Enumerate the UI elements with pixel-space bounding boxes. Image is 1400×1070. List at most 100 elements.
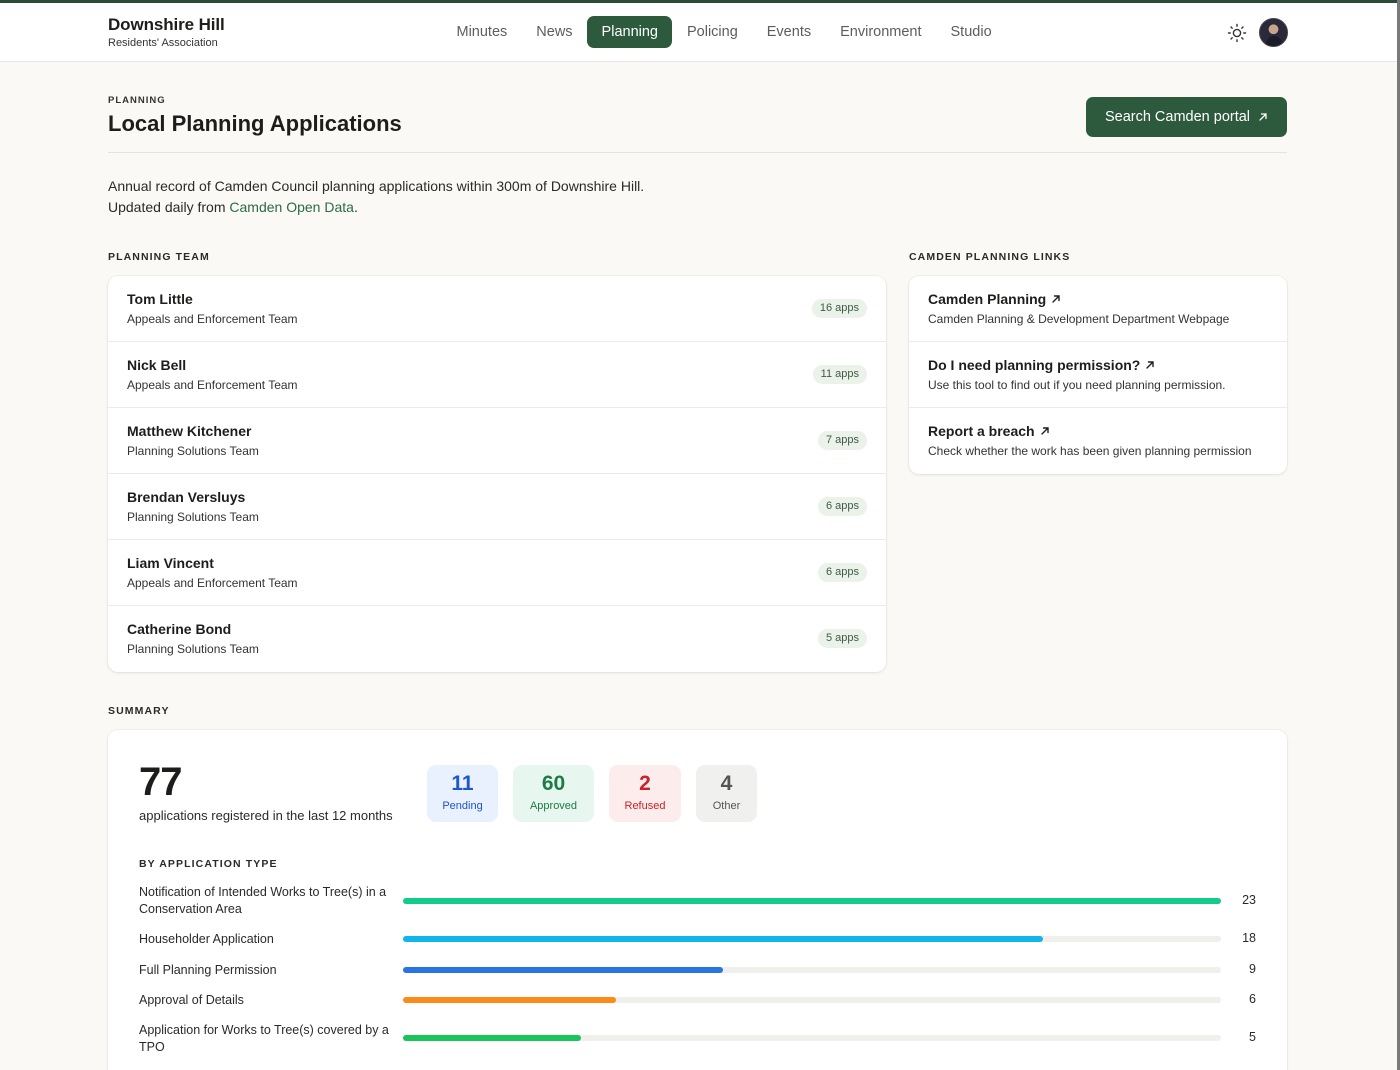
type-bar-track bbox=[403, 1035, 1221, 1041]
team-member-row[interactable]: Matthew Kitchener Planning Solutions Tea… bbox=[108, 408, 886, 474]
apps-count-badge: 6 apps bbox=[817, 497, 867, 516]
type-bar-fill bbox=[403, 1035, 581, 1041]
stat-label: Refused bbox=[624, 800, 666, 812]
planning-link-permission[interactable]: Do I need planning permission? Use this … bbox=[909, 342, 1287, 408]
stat-other: 4 Other bbox=[696, 765, 757, 822]
member-name: Nick Bell bbox=[127, 357, 187, 373]
planning-links-card: Camden Planning Camden Planning & Develo… bbox=[909, 276, 1287, 474]
member-name: Tom Little bbox=[127, 291, 193, 307]
nav-item-policing[interactable]: Policing bbox=[672, 16, 752, 48]
apps-count-badge: 5 apps bbox=[817, 629, 867, 648]
type-count: 23 bbox=[1242, 893, 1256, 907]
member-name: Matthew Kitchener bbox=[127, 423, 252, 439]
team-member-row[interactable]: Liam Vincent Appeals and Enforcement Tea… bbox=[108, 540, 886, 606]
external-link-icon bbox=[1146, 361, 1155, 369]
site-header: Downshire Hill Residents' Association Mi… bbox=[0, 3, 1397, 62]
planning-link-breach[interactable]: Report a breach Check whether the work h… bbox=[909, 408, 1287, 474]
sun-icon[interactable] bbox=[1227, 23, 1247, 43]
team-member-row[interactable]: Catherine Bond Planning Solutions Team 5… bbox=[108, 606, 886, 672]
camden-open-data-link[interactable]: Camden Open Data bbox=[229, 199, 354, 215]
planning-links-heading: CAMDEN PLANNING LINKS bbox=[909, 251, 1071, 263]
stat-refused: 2 Refused bbox=[609, 765, 681, 822]
stat-pending: 11 Pending bbox=[427, 765, 498, 822]
member-name: Catherine Bond bbox=[127, 621, 232, 637]
type-count: 6 bbox=[1249, 992, 1256, 1006]
brand-title: Downshire Hill bbox=[108, 15, 225, 34]
type-label: Application for Works to Tree(s) covered… bbox=[139, 1023, 389, 1054]
link-title: Do I need planning permission? bbox=[928, 357, 1268, 373]
nav-item-events[interactable]: Events bbox=[752, 16, 825, 48]
search-camden-portal-button[interactable]: Search Camden portal bbox=[1086, 97, 1287, 137]
brand[interactable]: Downshire Hill Residents' Association bbox=[108, 15, 225, 49]
apps-count-badge: 11 apps bbox=[812, 365, 867, 384]
user-avatar[interactable] bbox=[1259, 18, 1288, 47]
summary-caption: applications registered in the last 12 m… bbox=[139, 808, 393, 823]
external-link-icon bbox=[1052, 295, 1060, 303]
header-divider bbox=[108, 152, 1287, 153]
external-link-icon bbox=[1040, 427, 1049, 435]
type-bar-track bbox=[403, 936, 1221, 942]
type-label: Notification of Intended Works to Tree(s… bbox=[139, 885, 387, 916]
by-type-heading: BY APPLICATION TYPE bbox=[139, 858, 278, 870]
type-label: Householder Application bbox=[139, 932, 274, 946]
portal-button-label: Search Camden portal bbox=[1104, 109, 1251, 125]
intro-body: Annual record of Camden Council planning… bbox=[108, 178, 645, 215]
nav-item-news[interactable]: News bbox=[522, 16, 587, 48]
stat-label: Pending bbox=[442, 800, 483, 812]
apps-count-badge: 7 apps bbox=[817, 431, 867, 450]
type-bar-fill bbox=[403, 997, 617, 1003]
nav-item-planning[interactable]: Planning bbox=[587, 16, 673, 48]
page-title: Local Planning Applications bbox=[108, 111, 402, 136]
intro-text: Annual record of Camden Council planning… bbox=[108, 176, 648, 218]
external-link-icon bbox=[1259, 113, 1267, 121]
planning-team-heading: PLANNING TEAM bbox=[108, 251, 210, 263]
intro-end: . bbox=[353, 199, 358, 215]
member-name: Brendan Versluys bbox=[127, 489, 246, 505]
member-name: Liam Vincent bbox=[127, 555, 214, 571]
team-member-row[interactable]: Brendan Versluys Planning Solutions Team… bbox=[108, 474, 886, 540]
member-team: Planning Solutions Team bbox=[127, 444, 259, 458]
type-count: 18 bbox=[1242, 931, 1256, 945]
member-team: Appeals and Enforcement Team bbox=[127, 378, 298, 392]
link-description: Use this tool to find out if you need pl… bbox=[928, 378, 1226, 392]
type-bar-track bbox=[403, 967, 1221, 973]
apps-count-badge: 6 apps bbox=[817, 563, 867, 582]
nav-item-studio[interactable]: Studio bbox=[936, 16, 1006, 48]
type-bar-fill bbox=[403, 936, 1044, 942]
summary-heading: SUMMARY bbox=[108, 705, 170, 717]
stat-label: Approved bbox=[529, 800, 578, 812]
member-team: Appeals and Enforcement Team bbox=[127, 312, 298, 326]
apps-count-badge: 16 apps bbox=[811, 299, 867, 318]
summary-total: 77 bbox=[139, 760, 182, 804]
link-title-text: Camden Planning bbox=[928, 291, 1047, 307]
member-team: Planning Solutions Team bbox=[127, 642, 259, 656]
type-bar-fill bbox=[403, 898, 1221, 904]
brand-subtitle: Residents' Association bbox=[108, 37, 218, 49]
team-member-row[interactable]: Tom Little Appeals and Enforcement Team … bbox=[108, 276, 886, 342]
stat-value: 11 bbox=[451, 772, 474, 795]
nav-item-minutes[interactable]: Minutes bbox=[442, 16, 522, 48]
type-label: Approval of Details bbox=[139, 993, 244, 1007]
type-label: Full Planning Permission bbox=[139, 963, 277, 977]
type-bar-fill bbox=[403, 967, 724, 973]
link-title: Report a breach bbox=[928, 423, 1268, 439]
stat-value: 60 bbox=[541, 772, 566, 795]
stat-value: 2 bbox=[639, 772, 651, 795]
main-nav: Minutes News Planning Policing Events En… bbox=[442, 16, 1006, 48]
link-title-text: Report a breach bbox=[928, 423, 1035, 439]
nav-item-environment[interactable]: Environment bbox=[826, 16, 936, 48]
type-bar-track bbox=[403, 898, 1221, 904]
member-team: Appeals and Enforcement Team bbox=[127, 576, 298, 590]
type-count: 5 bbox=[1249, 1030, 1256, 1044]
page-eyebrow: PLANNING bbox=[108, 95, 166, 106]
link-title: Camden Planning bbox=[928, 291, 1268, 307]
link-description: Camden Planning & Development Department… bbox=[928, 312, 1230, 326]
team-member-row[interactable]: Nick Bell Appeals and Enforcement Team 1… bbox=[108, 342, 886, 408]
stat-approved: 60 Approved bbox=[513, 765, 594, 822]
type-count: 9 bbox=[1249, 962, 1256, 976]
planning-link-camden[interactable]: Camden Planning Camden Planning & Develo… bbox=[909, 276, 1287, 342]
stat-value: 4 bbox=[720, 772, 733, 795]
member-team: Planning Solutions Team bbox=[127, 510, 259, 524]
link-title-text: Do I need planning permission? bbox=[928, 357, 1141, 373]
link-description: Check whether the work has been given pl… bbox=[928, 444, 1252, 458]
